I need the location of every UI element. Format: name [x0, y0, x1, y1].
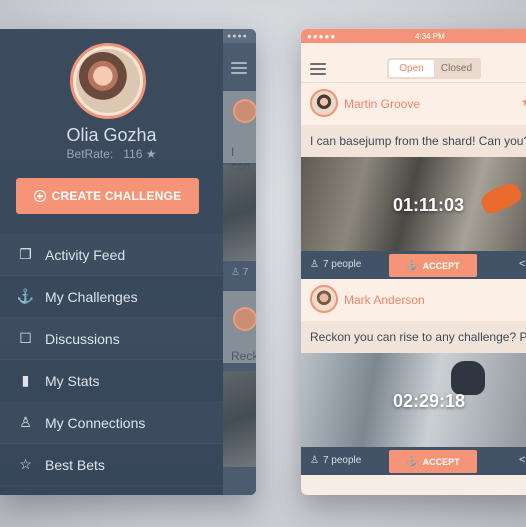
avatar[interactable] [310, 285, 338, 313]
anchor-icon: ⚓ [406, 260, 418, 270]
hamburger-icon[interactable] [310, 63, 326, 78]
share-icon[interactable]: < [519, 454, 525, 466]
card-header: Mark Anderson [301, 279, 526, 321]
challenge-image[interactable]: 01:11:03 [301, 157, 526, 251]
tab-closed[interactable]: Closed [434, 60, 479, 77]
person-icon: ♙ [310, 455, 319, 466]
tab-open[interactable]: Open [389, 60, 434, 77]
participants[interactable]: ♙ 7 people [310, 455, 361, 466]
betrate-label: BetRate: [66, 147, 114, 161]
profile-avatar[interactable] [70, 43, 146, 119]
open-closed-toggle: Open Closed [387, 58, 481, 79]
accept-label: ACCEPT [422, 456, 460, 467]
people-count: 7 people [322, 455, 362, 466]
peek-image [223, 371, 256, 467]
anchor-icon: ⚓ [406, 456, 418, 466]
accept-button[interactable]: ⚓ ACCEPT [389, 254, 477, 277]
star-icon: ★ [145, 147, 157, 161]
avatar [233, 307, 256, 331]
menu-item-my-stats[interactable]: ▮ My Stats [0, 360, 223, 402]
avatar [233, 99, 256, 123]
menu-item-activity-feed[interactable]: ❐ Activity Feed [0, 234, 223, 276]
activity-feed-icon: ❐ [19, 246, 32, 262]
hamburger-icon[interactable] [231, 62, 247, 77]
menu-item-label: My Challenges [45, 288, 138, 305]
speech-bubble-icon: ☐ [19, 330, 32, 346]
accept-label: ACCEPT [422, 260, 460, 271]
status-bar: ●●●●● 4:34 PM [301, 29, 526, 43]
drawer-menu: ❐ Activity Feed ⚓ My Challenges ☐ Discus… [0, 234, 223, 486]
menu-item-label: My Stats [45, 372, 100, 389]
star-icon[interactable]: ★ [521, 95, 526, 109]
peek-image [223, 165, 256, 261]
peek-status-bar: ●●●● [223, 29, 256, 43]
peek-footer: ♙ 7 [231, 267, 249, 278]
challenge-card: Martin Groove ★ I can basejump from the … [301, 83, 526, 279]
menu-item-best-bets[interactable]: ☆ Best Bets [0, 444, 223, 486]
signal-icon: ●●●●● [307, 32, 337, 41]
navigation-drawer: Olia Gozha BetRate: 116 ★ CREATE CHALLEN… [0, 29, 223, 495]
person-icon: ♙ [310, 259, 319, 270]
share-icon[interactable]: < [519, 258, 525, 270]
challenger-name[interactable]: Martin Groove [344, 97, 420, 111]
menu-item-my-connections[interactable]: ♙ My Connections [0, 402, 223, 444]
menu-item-label: Activity Feed [45, 246, 126, 263]
jumper-figure [478, 179, 524, 217]
avatar[interactable] [310, 89, 338, 117]
plus-circle-icon [33, 190, 46, 202]
card-footer: ♙ 7 people ⚓ ACCEPT < [301, 251, 526, 279]
avatar-image [76, 49, 140, 113]
countdown-timer: 01:11:03 [393, 195, 465, 215]
create-challenge-button[interactable]: CREATE CHALLENGE [16, 178, 199, 214]
right-phone: ●●●●● 4:34 PM Open Closed Martin Groove … [301, 29, 526, 495]
menu-item-label: Best Bets [45, 456, 105, 473]
challenge-text: Reckon you can rise to any challenge? Pr [301, 321, 526, 353]
betrate-value: 116 [123, 147, 143, 161]
betrate: BetRate: 116 ★ [0, 147, 223, 161]
challenge-image[interactable]: 02:29:18 [301, 353, 526, 447]
biker-figure [451, 361, 485, 395]
bar-chart-icon: ▮ [21, 372, 30, 388]
feed-peek[interactable]: ●●●● I can ♙ 7 Reck [223, 29, 256, 495]
anchor-icon: ⚓ [16, 288, 35, 304]
profile-name: Olia Gozha [66, 125, 157, 145]
star-outline-icon: ☆ [19, 456, 32, 472]
top-bar: Open Closed [301, 43, 526, 83]
participants[interactable]: ♙ 7 people [310, 259, 361, 270]
people-count: 7 people [322, 259, 362, 270]
challenger-name[interactable]: Mark Anderson [344, 293, 425, 307]
card-header: Martin Groove ★ [301, 83, 526, 125]
create-challenge-label: CREATE CHALLENGE [51, 189, 182, 203]
challenge-text: I can basejump from the shard! Can you? [301, 125, 526, 157]
menu-item-label: My Connections [45, 414, 146, 431]
signal-dots: ●●●● [227, 33, 248, 40]
status-time: 4:34 PM [415, 32, 445, 41]
person-icon: ♙ [19, 414, 32, 430]
challenge-card: Mark Anderson Reckon you can rise to any… [301, 279, 526, 475]
left-phone: Olia Gozha BetRate: 116 ★ CREATE CHALLEN… [0, 29, 256, 495]
accept-button[interactable]: ⚓ ACCEPT [389, 450, 477, 473]
menu-item-discussions[interactable]: ☐ Discussions [0, 318, 223, 360]
countdown-timer: 02:29:18 [393, 391, 466, 411]
menu-item-my-challenges[interactable]: ⚓ My Challenges [0, 276, 223, 318]
peek-text: Reck [231, 349, 256, 363]
card-footer: ♙ 7 people ⚓ ACCEPT < [301, 447, 526, 475]
menu-item-label: Discussions [45, 330, 120, 347]
